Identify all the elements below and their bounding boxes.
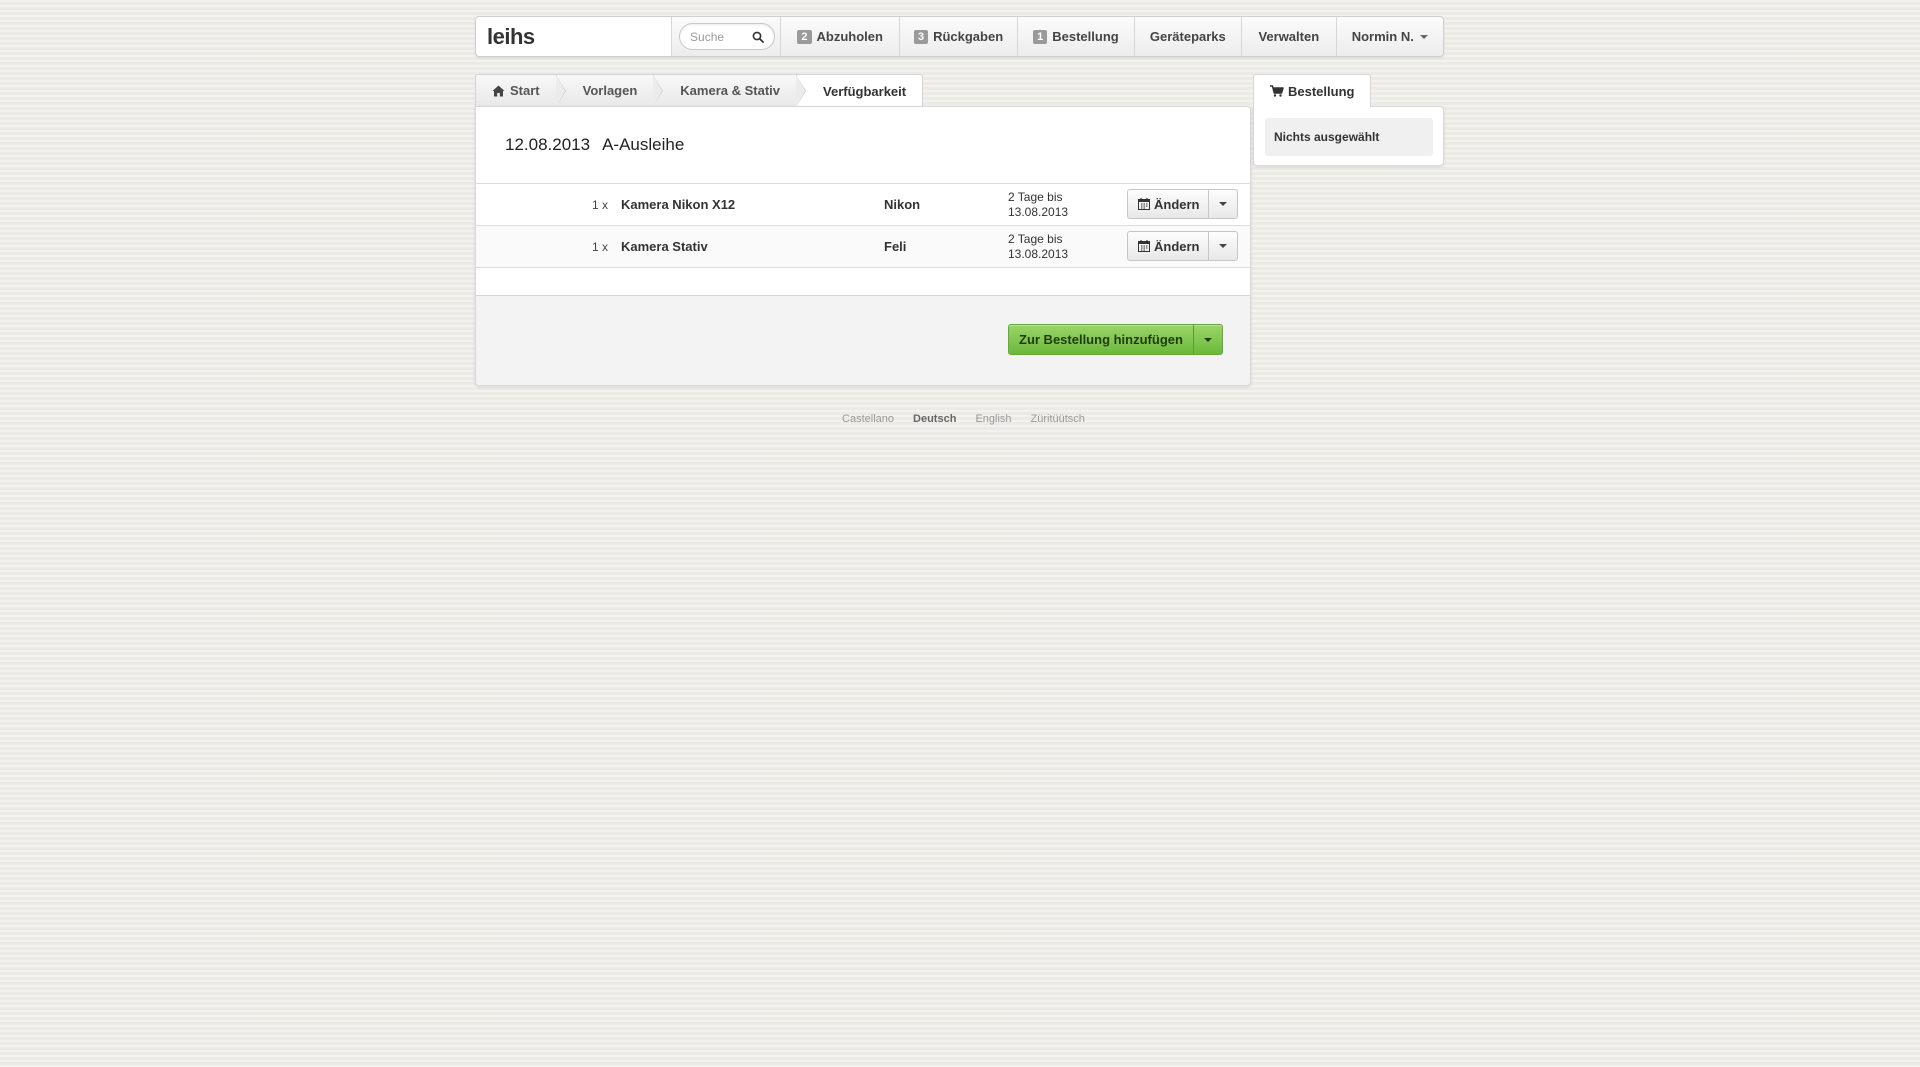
change-button-group: Ändern [1127, 189, 1238, 219]
item-duration-end: 13.08.2013 [1008, 205, 1069, 219]
item-duration: 2 Tage bis 13.08.2013 [1008, 232, 1068, 262]
nav-order-label: Bestellung [1052, 29, 1119, 44]
breadcrumb-templates[interactable]: Vorlagen [555, 74, 664, 107]
item-duration-days: 2 Tage bis [1008, 232, 1063, 246]
nav-pickups-label: Abzuholen [816, 29, 883, 44]
breadcrumb-start-label: Start [510, 83, 540, 98]
breadcrumb-start[interactable]: Start [475, 74, 566, 107]
language-link-zueritueuetsch[interactable]: Züritüütsch [1031, 413, 1085, 425]
home-icon [492, 85, 505, 96]
chevron-down-icon [1419, 34, 1428, 39]
language-switcher: Castellano Deutsch English Züritüütsch [0, 413, 1920, 425]
item-quantity: 1 x [592, 240, 609, 254]
change-dropdown-toggle[interactable] [1209, 190, 1237, 218]
breadcrumb-separator [796, 75, 806, 107]
search-area [672, 17, 782, 56]
language-link-castellano[interactable]: Castellano [842, 413, 894, 425]
availability-panel: 12.08.2013 A-Ausleihe 1 x Kamera Nikon X1… [475, 106, 1251, 386]
app-logo[interactable]: leihs [487, 24, 535, 50]
breadcrumb-template[interactable]: Kamera & Stativ [653, 74, 807, 107]
nav-order[interactable]: 1 Bestellung [1018, 17, 1135, 56]
add-to-order-button-group: Zur Bestellung hinzufügen [1008, 324, 1223, 355]
breadcrumb-separator [555, 75, 565, 107]
caret-down-icon [1218, 202, 1227, 206]
breadcrumb-separator [653, 75, 663, 107]
returns-count-badge: 3 [913, 29, 929, 44]
order-tab-label: Bestellung [1288, 83, 1355, 99]
change-button[interactable]: Ändern [1128, 232, 1209, 260]
language-link-deutsch[interactable]: Deutsch [913, 413, 956, 425]
pickups-count-badge: 2 [797, 29, 812, 44]
table-divider [476, 267, 1250, 295]
breadcrumb-availability-label: Verfügbarkeit [823, 83, 907, 99]
panel-footer: Zur Bestellung hinzufügen [476, 295, 1250, 385]
order-count-badge: 1 [1033, 29, 1048, 44]
user-name: Normin N. [1351, 29, 1414, 44]
inventory-pool-name: A-Ausleihe [602, 135, 685, 154]
add-to-order-dropdown-toggle[interactable] [1194, 325, 1222, 354]
nav-inventory-pools-label: Geräteparks [1149, 29, 1226, 44]
cart-icon [1270, 85, 1284, 97]
caret-down-icon [1203, 337, 1212, 342]
order-tab[interactable]: Bestellung [1253, 74, 1372, 107]
start-date: 12.08.2013 [505, 135, 591, 154]
breadcrumb-template-label: Kamera & Stativ [680, 83, 781, 98]
nav-returns-label: Rückgaben [933, 29, 1004, 44]
search-box [679, 23, 776, 50]
nav-manage[interactable]: Verwalten [1242, 17, 1337, 56]
nav-pickups[interactable]: 2 Abzuholen [781, 17, 900, 56]
change-button-label: Ändern [1154, 196, 1200, 212]
nav-inventory-pools[interactable]: Geräteparks [1135, 17, 1243, 56]
add-to-order-button[interactable]: Zur Bestellung hinzufügen [1009, 325, 1194, 354]
logo-area[interactable]: leihs [476, 17, 673, 56]
order-empty-text: Nichts ausgewählt [1265, 118, 1433, 156]
panel-title: 12.08.2013 A-Ausleihe [505, 135, 696, 155]
top-navigation-bar: leihs 2 Abzuholen 3 Rückgaben 1 Bestellu… [475, 16, 1444, 57]
table-row: 1 x Kamera Nikon X12 Nikon 2 Tage bis 13… [476, 183, 1250, 225]
nav-manage-label: Verwalten [1258, 29, 1320, 44]
change-button-label: Ändern [1154, 238, 1200, 254]
calendar-icon [1138, 198, 1150, 210]
language-link-english[interactable]: English [975, 413, 1011, 425]
order-panel: Nichts ausgewählt [1253, 106, 1444, 166]
change-dropdown-toggle[interactable] [1209, 232, 1237, 260]
table-row: 1 x Kamera Stativ Feli 2 Tage bis 13.08.… [476, 225, 1250, 267]
calendar-icon [1138, 240, 1150, 252]
change-button-group: Ändern [1127, 231, 1238, 261]
breadcrumb-availability: Verfügbarkeit [796, 74, 924, 107]
item-duration-end: 13.08.2013 [1008, 247, 1069, 261]
breadcrumb-templates-label: Vorlagen [582, 83, 638, 98]
item-duration: 2 Tage bis 13.08.2013 [1008, 190, 1068, 220]
item-duration-days: 2 Tage bis [1008, 190, 1063, 204]
user-menu[interactable]: Normin N. [1337, 17, 1443, 56]
caret-down-icon [1218, 244, 1227, 248]
item-manufacturer: Feli [884, 239, 907, 254]
item-quantity: 1 x [592, 198, 609, 212]
item-manufacturer: Nikon [884, 197, 921, 212]
item-name: Kamera Nikon X12 [621, 197, 736, 212]
item-name: Kamera Stativ [621, 239, 708, 254]
nav-returns[interactable]: 3 Rückgaben [900, 17, 1019, 56]
search-input[interactable] [690, 29, 753, 44]
breadcrumb: Start Vorlagen Kamera & Stativ Verfügbar… [475, 74, 924, 107]
search-icon[interactable] [752, 31, 764, 43]
change-button[interactable]: Ändern [1128, 190, 1209, 218]
